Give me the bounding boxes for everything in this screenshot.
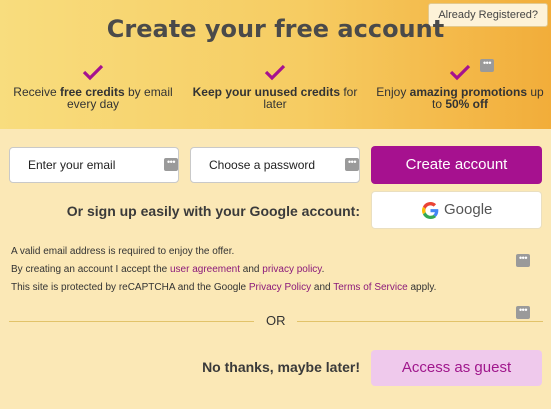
access-as-guest-button[interactable]: Access as guest: [371, 350, 542, 386]
benefit-text: Enjoy amazing promotions up to 50% off: [376, 85, 544, 111]
google-button-label: Google: [444, 201, 493, 218]
check-icon: [449, 64, 471, 81]
notes-line-agreement: By creating an account I accept the user…: [11, 264, 325, 275]
benefit-text: Keep your unused credits for later: [192, 85, 358, 111]
benefit-free-credits: Receive free credits by email every day: [8, 64, 178, 110]
create-account-button[interactable]: Create account: [371, 146, 542, 184]
page-title: Create your free account: [106, 15, 445, 43]
more-dots-icon[interactable]: •••: [480, 59, 494, 72]
notes-line-recaptcha: This site is protected by reCAPTCHA and …: [11, 282, 437, 293]
terms-notes: A valid email address is required to enj…: [11, 243, 436, 297]
google-signup-button[interactable]: Google: [371, 191, 542, 229]
email-input[interactable]: [28, 158, 178, 172]
google-signup-prompt: Or sign up easily with your Google accou…: [66, 203, 360, 219]
guest-prompt: No thanks, maybe later!: [202, 359, 360, 375]
google-terms-link[interactable]: Terms of Service: [333, 282, 407, 293]
divider-right: [297, 321, 543, 322]
more-dots-icon[interactable]: •••: [345, 158, 359, 171]
password-input[interactable]: [209, 158, 359, 172]
privacy-policy-link[interactable]: privacy policy: [262, 264, 321, 275]
benefit-promotions: Enjoy amazing promotions up to 50% off: [374, 64, 546, 110]
more-dots-icon[interactable]: •••: [164, 158, 178, 171]
google-g-icon: [422, 202, 439, 219]
benefit-text: Receive free credits by email every day: [13, 85, 173, 111]
benefit-keep-credits: Keep your unused credits for later: [190, 64, 360, 110]
password-field[interactable]: [190, 147, 360, 183]
more-dots-icon[interactable]: •••: [516, 306, 530, 319]
google-privacy-policy-link[interactable]: Privacy Policy: [249, 282, 311, 293]
email-field[interactable]: [9, 147, 179, 183]
check-icon: [82, 64, 104, 81]
check-icon: [264, 64, 286, 81]
or-divider-label: OR: [266, 313, 286, 328]
divider-left: [9, 321, 254, 322]
notes-line-email: A valid email address is required to enj…: [11, 246, 235, 257]
more-dots-icon[interactable]: •••: [516, 254, 530, 267]
user-agreement-link[interactable]: user agreement: [170, 264, 240, 275]
